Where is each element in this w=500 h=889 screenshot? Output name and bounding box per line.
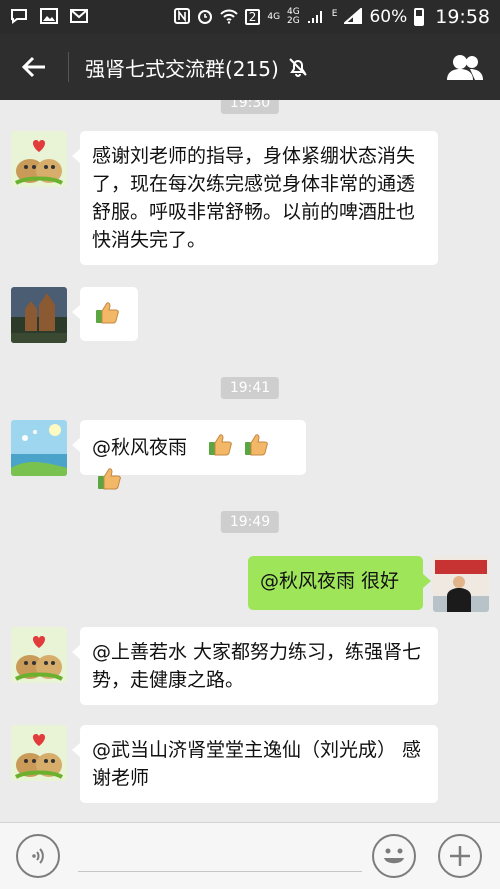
- timestamp: 19:30: [220, 100, 280, 114]
- avatar[interactable]: [11, 420, 67, 476]
- message-text: @武当山济肾堂堂主逸仙（刘光成） 感谢老师: [92, 739, 422, 789]
- title-divider: [68, 52, 69, 82]
- emoji-button[interactable]: [372, 834, 416, 878]
- thumbs-up-icon: [96, 465, 122, 499]
- mail-notification-icon: [70, 8, 88, 26]
- smiley-icon: [384, 848, 404, 864]
- message-bubble[interactable]: @秋风夜雨: [72, 420, 306, 490]
- thumbs-up-icon: [243, 431, 269, 465]
- own-message-bubble[interactable]: @秋风夜雨 很好: [248, 556, 431, 610]
- edge-label: E: [331, 9, 338, 19]
- avatar[interactable]: [11, 725, 67, 781]
- thumbs-up-icon: [94, 299, 120, 333]
- clock: 19:58: [435, 6, 490, 28]
- people-icon: [447, 55, 483, 80]
- message-text: @秋风夜雨: [92, 436, 188, 459]
- more-button[interactable]: [438, 834, 482, 878]
- sim-2-icon: 2: [244, 9, 261, 25]
- timestamp: 19:49: [220, 511, 280, 533]
- message-input[interactable]: [78, 871, 362, 872]
- message-text: @秋风夜雨 很好: [260, 570, 400, 592]
- chat-area[interactable]: 19:30 感谢刘老师的指导，身体紧绷状态消失了，现在每次练完感觉身体非常的通透…: [0, 100, 500, 822]
- image-notification-icon: [40, 7, 58, 27]
- battery-icon: [414, 8, 425, 26]
- thumbs-up-icon: [207, 431, 233, 465]
- arrow-left-icon: [21, 56, 45, 78]
- back-button[interactable]: [0, 34, 68, 100]
- mute-bell-icon: [287, 56, 309, 78]
- network-type: 4G: [267, 11, 281, 22]
- voice-icon: [32, 848, 44, 864]
- signal-icon-2: [342, 6, 363, 27]
- status-bar: 2 4G 4G 2G E 60% 19:58: [0, 0, 500, 34]
- avatar[interactable]: [11, 627, 67, 683]
- avatar[interactable]: [11, 131, 67, 187]
- message-text: 感谢刘老师的指导，身体紧绷状态消失了，现在每次练完感觉身体非常的通透舒服。呼吸非…: [92, 145, 416, 251]
- wifi-icon: [219, 8, 238, 27]
- message-bubble[interactable]: @上善若水 大家都努力练习，练强肾七势，走健康之路。: [72, 627, 438, 705]
- alarm-icon: [197, 8, 213, 27]
- battery-percent: 60%: [369, 7, 408, 27]
- message-bubble[interactable]: [72, 287, 138, 341]
- voice-input-button[interactable]: [16, 834, 60, 878]
- network-type-2: 4G 2G: [287, 8, 300, 26]
- group-title: 强肾七式交流群(215): [85, 56, 279, 81]
- own-avatar[interactable]: [433, 556, 489, 612]
- message-bubble[interactable]: 感谢刘老师的指导，身体紧绷状态消失了，现在每次练完感觉身体非常的通透舒服。呼吸非…: [72, 131, 438, 265]
- title-bar: 强肾七式交流群(215): [0, 34, 500, 100]
- avatar[interactable]: [11, 287, 67, 343]
- input-bar: [0, 822, 500, 889]
- nfc-icon: [173, 7, 190, 27]
- network-4g-label: 4G: [267, 11, 281, 22]
- signal-icon: [307, 8, 325, 27]
- chat-notification-icon: [10, 8, 28, 27]
- message-bubble[interactable]: @武当山济肾堂堂主逸仙（刘光成） 感谢老师: [72, 725, 438, 803]
- network-2g-label: 2G: [287, 16, 300, 26]
- timestamp: 19:41: [220, 377, 280, 399]
- plus-icon: [450, 846, 470, 866]
- group-members-button[interactable]: [430, 34, 500, 100]
- message-text: @上善若水 大家都努力练习，练强肾七势，走健康之路。: [92, 641, 422, 691]
